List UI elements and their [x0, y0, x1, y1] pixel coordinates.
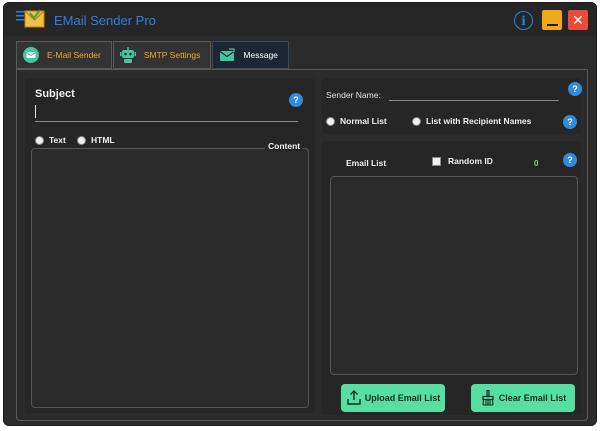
button-label: Clear Email List — [498, 393, 567, 403]
radio-icon — [77, 135, 86, 145]
content-label: Content — [265, 141, 304, 151]
subject-input[interactable] — [35, 105, 36, 118]
email-list-box[interactable] — [330, 176, 578, 375]
clear-email-list-button[interactable]: Clear Email List — [471, 384, 575, 412]
list-radio-normal[interactable]: Normal List — [326, 116, 387, 126]
title-bar: EMail Sender Pro i ✕ — [4, 3, 596, 36]
random-id-checkbox[interactable]: Random ID — [432, 156, 493, 166]
tab-label: Message — [243, 50, 278, 60]
sender-name-label: Sender Name: — [326, 90, 381, 100]
tab-smtp-settings[interactable]: SMTP Settings — [112, 41, 212, 69]
broom-icon — [480, 390, 496, 406]
app-title: EMail Sender Pro — [54, 13, 156, 28]
sender-name-input[interactable] — [389, 100, 559, 101]
radio-label: Normal List — [340, 116, 387, 126]
radio-icon — [35, 135, 44, 145]
content-textarea[interactable] — [31, 148, 309, 408]
compose-panel: Subject ? Text HTML Content — [25, 78, 315, 413]
radio-label: List with Recipient Names — [426, 116, 532, 126]
minimize-button[interactable] — [542, 10, 562, 30]
sender-panel: Sender Name: ? Normal List List with Rec… — [322, 78, 582, 134]
checkbox-icon — [432, 156, 441, 166]
email-list-help-icon[interactable]: ? — [563, 153, 577, 167]
list-type-help-icon[interactable]: ? — [563, 115, 577, 129]
minimize-icon — [546, 23, 558, 26]
format-radio-html[interactable]: HTML — [77, 135, 115, 145]
upload-icon — [346, 390, 362, 406]
robot-icon — [119, 47, 136, 63]
tab-email-sender[interactable]: E-Mail Sender — [16, 41, 112, 69]
mail-send-icon — [219, 47, 236, 63]
tab-bar: E-Mail Sender SMTP Settings Message — [16, 41, 290, 69]
subject-underline — [35, 121, 298, 122]
button-label: Upload Email List — [364, 393, 441, 403]
close-button[interactable]: ✕ — [568, 10, 588, 30]
email-list-panel: Email List Random ID 0 ? Upload Email Li… — [322, 141, 581, 415]
subject-label: Subject — [35, 88, 75, 100]
radio-label: Text — [49, 135, 66, 145]
tab-message[interactable]: Message — [212, 41, 289, 69]
email-list-label: Email List — [346, 158, 387, 168]
app-window: EMail Sender Pro i ✕ E-Mail Sender SMTP … — [3, 2, 597, 426]
checkbox-label: Random ID — [448, 156, 493, 166]
message-panel: Subject ? Text HTML Content Sender Name:… — [16, 69, 588, 421]
info-button[interactable]: i — [514, 11, 533, 30]
sender-help-icon[interactable]: ? — [568, 82, 582, 96]
subject-help-icon[interactable]: ? — [289, 93, 303, 107]
email-count: 0 — [534, 159, 539, 168]
list-radio-recipient-names[interactable]: List with Recipient Names — [412, 116, 531, 126]
tab-label: E-Mail Sender — [47, 50, 101, 60]
upload-email-list-button[interactable]: Upload Email List — [341, 384, 445, 412]
format-radio-text[interactable]: Text — [35, 135, 66, 145]
app-logo-icon — [16, 7, 46, 31]
email-icon — [23, 47, 39, 63]
radio-icon — [326, 116, 335, 126]
radio-label: HTML — [91, 135, 115, 145]
tab-label: SMTP Settings — [143, 50, 201, 60]
radio-icon — [412, 116, 421, 126]
